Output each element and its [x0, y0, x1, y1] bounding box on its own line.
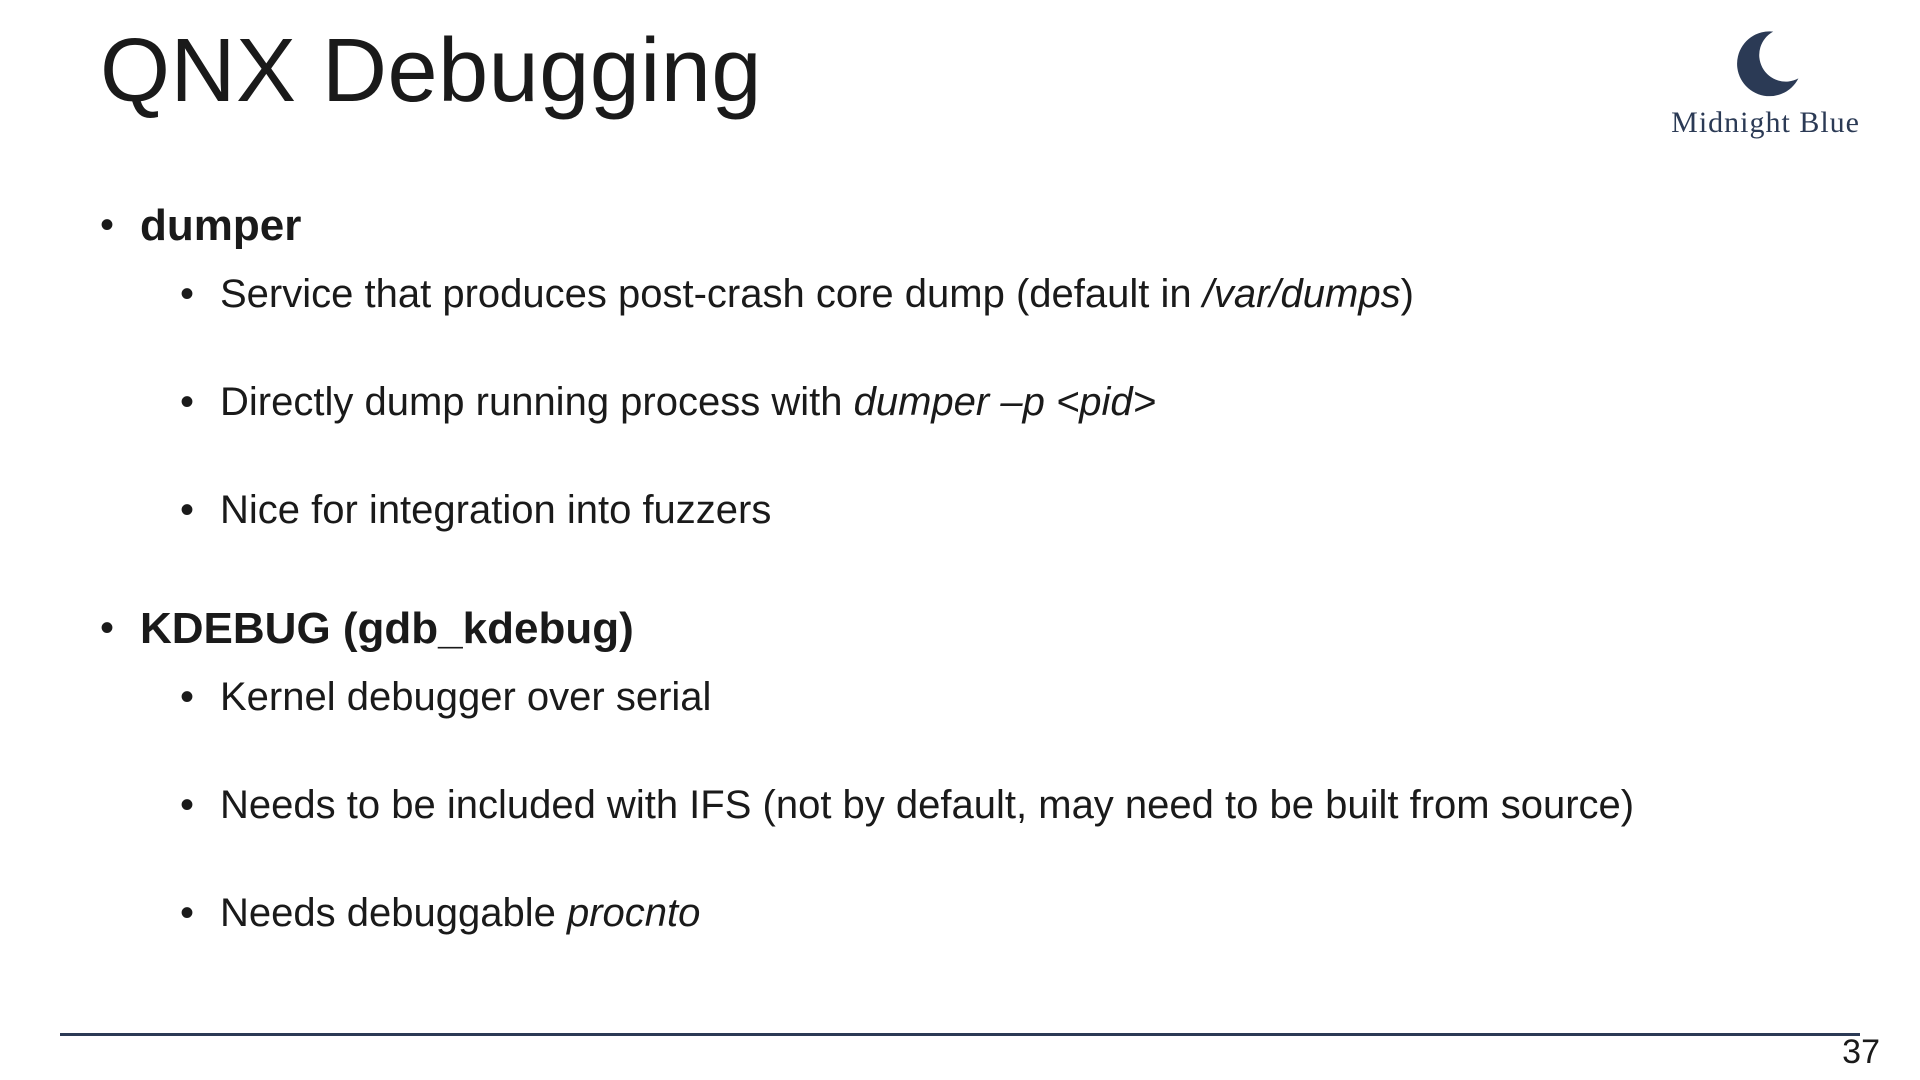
bullet-item: Directly dump running process with dumpe… [180, 377, 1820, 427]
bullet-item: Needs debuggable procnto [180, 888, 1820, 938]
section-dumper: dumper Service that produces post-crash … [100, 200, 1820, 535]
slide-title: QNX Debugging [100, 20, 762, 123]
bullet-item: Nice for integration into fuzzers [180, 485, 1820, 535]
bullet-suffix: ) [1401, 272, 1414, 316]
slide-body: dumper Service that produces post-crash … [100, 200, 1820, 996]
bullet-item: Kernel debugger over serial [180, 672, 1820, 722]
bullet-text: Service that produces post-crash core du… [220, 272, 1203, 316]
bullet-item: Service that produces post-crash core du… [180, 269, 1820, 319]
footer-rule [60, 1033, 1860, 1036]
section-heading: KDEBUG (gdb_kdebug) [140, 603, 1820, 656]
bullet-text: Needs debuggable [220, 891, 567, 935]
page-number: 37 [1842, 1033, 1880, 1072]
section-kdebug: KDEBUG (gdb_kdebug) Kernel debugger over… [100, 603, 1820, 938]
bullet-text: Nice for integration into fuzzers [220, 488, 771, 532]
brand-logo-text: Midnight Blue [1671, 106, 1860, 140]
bullet-italic: procnto [567, 891, 700, 935]
bullet-item: Needs to be included with IFS (not by de… [180, 780, 1820, 830]
bullet-text: Kernel debugger over serial [220, 675, 711, 719]
bullet-text: Directly dump running process with [220, 380, 854, 424]
brand-logo: Midnight Blue [1671, 28, 1860, 140]
bullet-italic: dumper –p <pid> [854, 380, 1156, 424]
moon-icon [1726, 28, 1806, 100]
section-heading: dumper [140, 200, 1820, 253]
slide: QNX Debugging Midnight Blue dumper Servi… [0, 0, 1920, 1080]
bullet-text: Needs to be included with IFS (not by de… [220, 783, 1634, 827]
bullet-italic: /var/dumps [1203, 272, 1401, 316]
